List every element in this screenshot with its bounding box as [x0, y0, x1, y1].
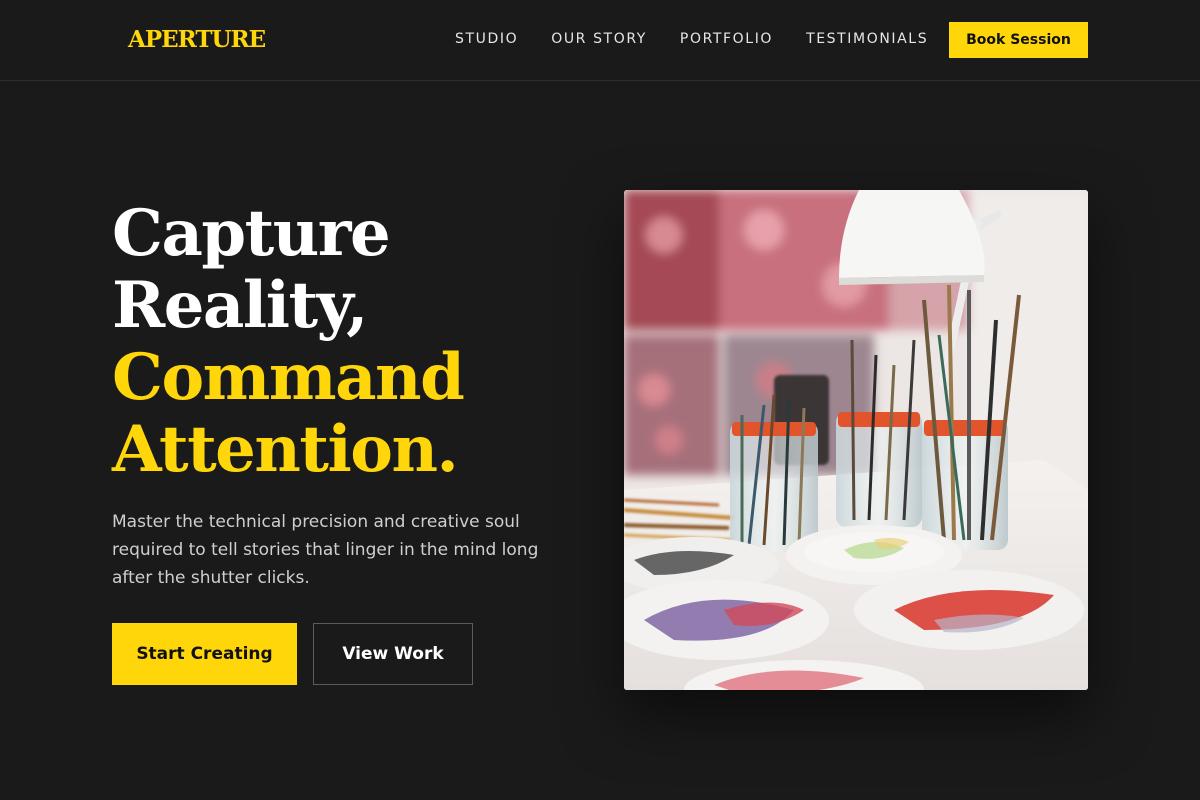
hero-description: Master the technical precision and creat…	[112, 512, 539, 588]
headline-line-2: Reality,	[112, 268, 368, 343]
headline-line-4: Attention.	[112, 412, 459, 487]
nav-link-portfolio[interactable]: PORTFOLIO	[680, 31, 773, 47]
headline-line-1: Capture	[112, 196, 391, 271]
brand-logo[interactable]: APERTURE	[128, 26, 266, 53]
start-creating-button[interactable]: Start Creating	[112, 623, 297, 685]
nav-link-testimonials[interactable]: TESTIMONIALS	[806, 31, 928, 47]
site-header: APERTURE STUDIO OUR STORY PORTFOLIO TEST…	[0, 0, 1200, 81]
main-nav: STUDIO OUR STORY PORTFOLIO TESTIMONIALS	[455, 31, 961, 47]
book-session-button[interactable]: Book Session	[949, 22, 1088, 58]
nav-link-studio[interactable]: STUDIO	[455, 31, 518, 47]
view-work-button[interactable]: View Work	[313, 623, 473, 685]
hero-photo	[624, 190, 1088, 690]
nav-link-our-story[interactable]: OUR STORY	[551, 31, 647, 47]
headline-line-3: Command	[112, 340, 465, 415]
hero-headline: Capture Reality, Command Attention.	[112, 198, 592, 486]
